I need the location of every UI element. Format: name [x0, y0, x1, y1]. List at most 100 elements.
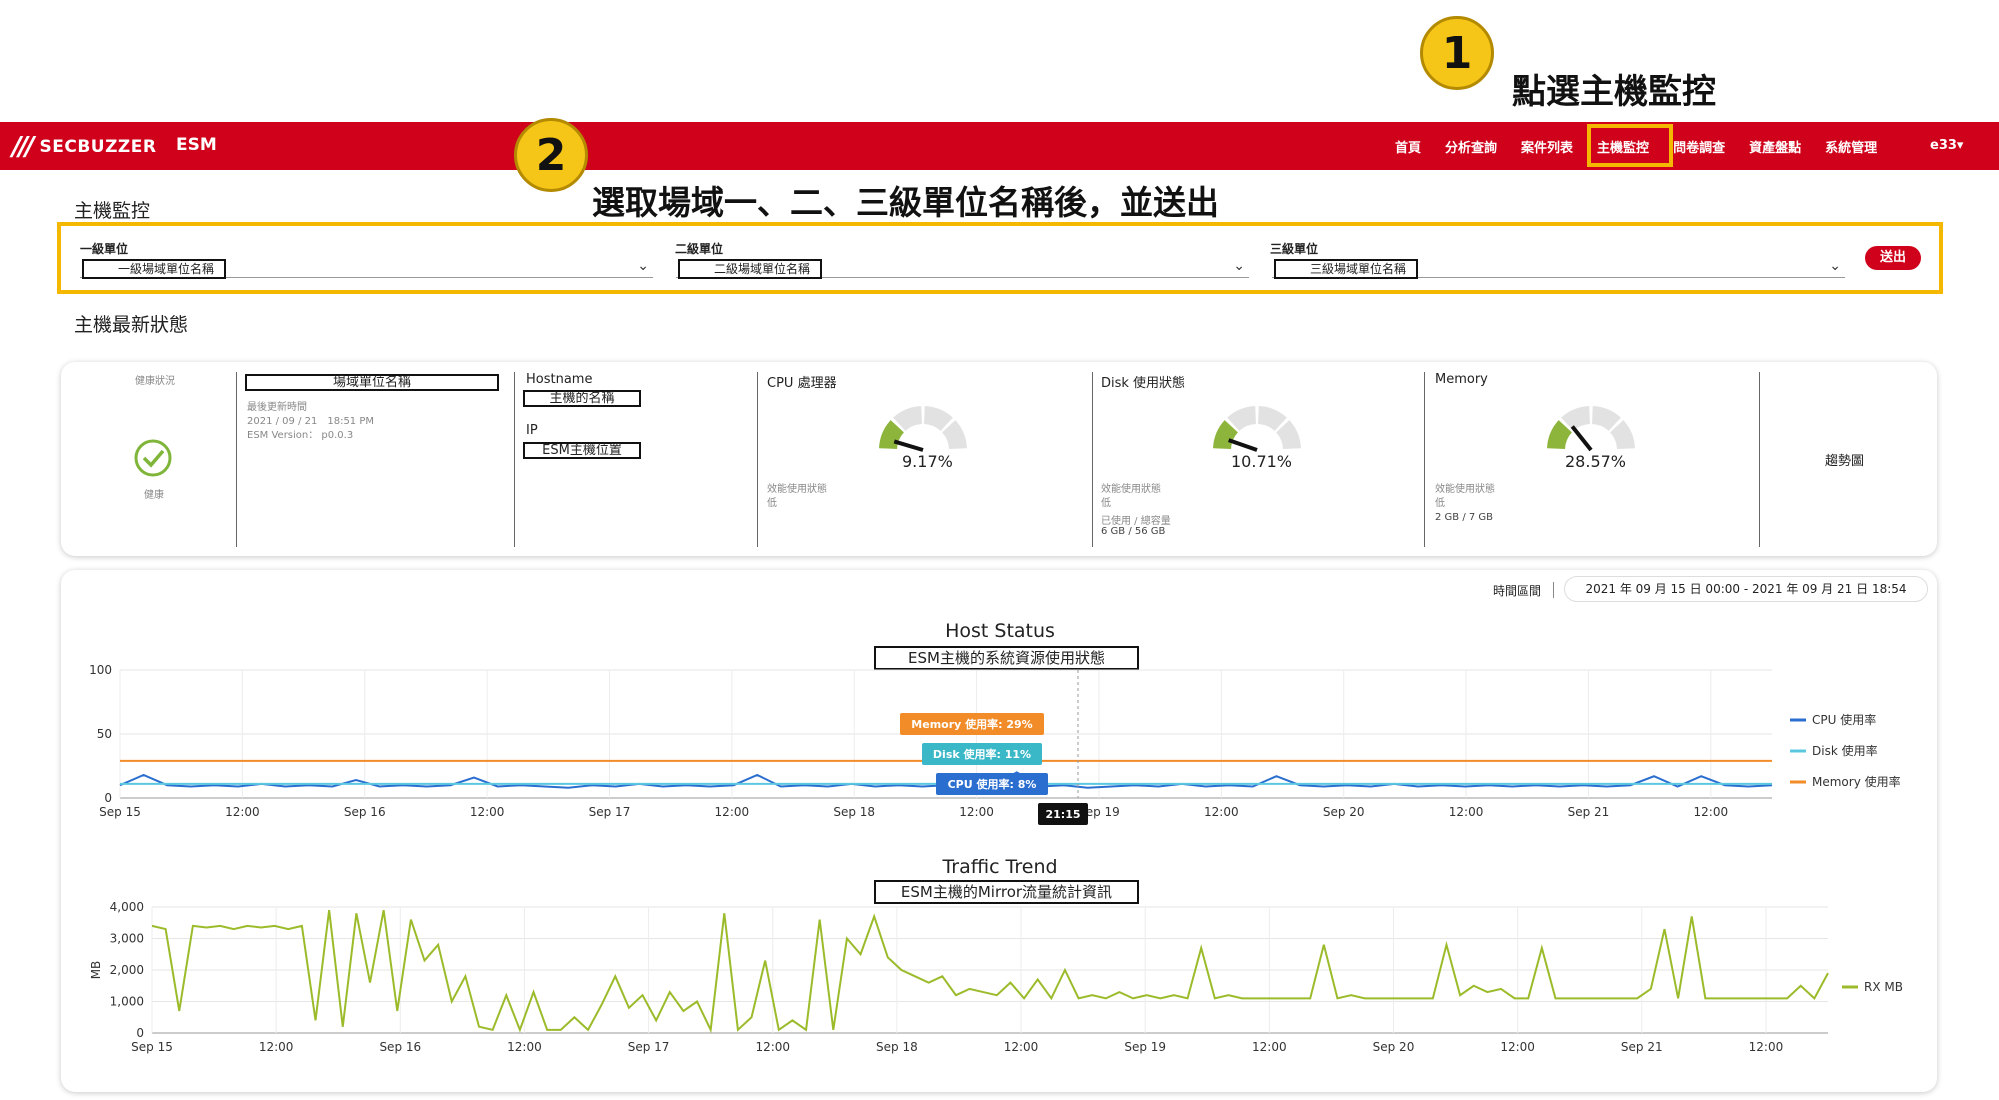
chevron-down-icon: ⌄ — [1829, 258, 1841, 274]
y-tick-label: 0 — [136, 1026, 144, 1040]
level2-select[interactable]: 二級場域單位名稱 ⌄ — [676, 256, 1249, 279]
status-section-title: 主機最新狀態 — [74, 314, 189, 336]
divider — [1553, 582, 1561, 598]
level1-select-value: 一級場域單位名稱 — [82, 259, 227, 279]
memory-used-value: 2 GB / 7 GB — [1435, 512, 1494, 523]
traffic-title: Traffic Trend — [942, 856, 1058, 878]
unit-name: 場域單位名稱 — [245, 374, 499, 391]
y-axis-label: MB — [89, 961, 103, 980]
tooltip-disk: Disk 使用率: 11% — [933, 747, 1031, 761]
tooltip-memory: Memory 使用率: 29% — [911, 717, 1032, 731]
check-circle-icon — [134, 439, 172, 477]
cpu-title: CPU 處理器 — [767, 376, 837, 391]
nav-item-survey[interactable]: 問卷調查 — [1673, 137, 1725, 156]
x-tick-label: 12:00 — [225, 805, 260, 819]
x-tick-label: 12:00 — [470, 805, 505, 819]
host-status-chart: 0 50 100 Sep 15 12:00 Sep 16 12:00 Sep 17 12:00 S… — [89, 663, 1901, 825]
host-status-title: Host Status — [945, 620, 1055, 642]
nav-item-system[interactable]: 系統管理 — [1825, 137, 1877, 156]
gauge-needle — [1570, 425, 1593, 452]
memory-gauge — [1547, 406, 1635, 452]
x-tick-label: Sep 19 — [1124, 1040, 1166, 1054]
gauge-needle — [1228, 438, 1258, 452]
cpu-value: 9.17% — [902, 452, 953, 471]
x-tick-label: 12:00 — [959, 805, 994, 819]
page-title: 主機監控 — [74, 200, 151, 222]
chevron-down-icon: ⌄ — [637, 258, 649, 274]
ip-value: ESM主機位置 — [523, 442, 641, 459]
x-tick-label: Sep 17 — [589, 805, 631, 819]
health-label: 健康狀況 — [135, 376, 175, 387]
disk-gauge — [1213, 406, 1301, 452]
y-tick-label: 3,000 — [110, 932, 144, 946]
app-name: ESM — [176, 135, 217, 155]
cpu-perf-value: 低 — [767, 498, 777, 509]
trend-link[interactable]: 趨勢圖 — [1825, 450, 1864, 469]
divider — [757, 372, 758, 547]
x-tick-label: 12:00 — [1004, 1040, 1039, 1054]
esm-version: ESM Version： p0.0.3 — [247, 430, 354, 441]
x-tick-label: 12:00 — [259, 1040, 294, 1054]
nav-item-analysis[interactable]: 分析查詢 — [1445, 137, 1497, 156]
x-tick-label: Sep 20 — [1323, 805, 1365, 819]
nav-item-cases[interactable]: 案件列表 — [1521, 137, 1573, 156]
x-tick-label: Sep 15 — [99, 805, 141, 819]
user-menu[interactable]: e33▾ — [1930, 138, 1963, 153]
disk-value: 10.71% — [1231, 452, 1293, 471]
level3-select[interactable]: 三級場域單位名稱 ⌄ — [1272, 256, 1845, 279]
time-range-label: 時間區間 — [1493, 584, 1542, 598]
logo-mark-icon: /// — [12, 132, 34, 162]
memory-perf-value: 低 — [1435, 498, 1445, 509]
top-navbar: /// SECBUZZER ESM 首頁 分析查詢 案件列表 主機監控 問卷調查… — [0, 122, 1999, 170]
step-2-badge: 2 — [514, 118, 588, 192]
health-value: 健康 — [144, 490, 164, 501]
memory-perf-label: 效能使用狀態 — [1435, 484, 1495, 495]
nav-item-assets[interactable]: 資產盤點 — [1749, 137, 1801, 156]
tooltip-cpu: CPU 使用率: 8% — [948, 777, 1037, 791]
x-tick-label: 12:00 — [755, 1040, 790, 1054]
divider — [236, 372, 237, 547]
disk-perf-label: 效能使用狀態 — [1101, 484, 1161, 495]
divider — [1759, 372, 1760, 547]
logo-text: SECBUZZER — [39, 137, 157, 157]
x-tick-label: 12:00 — [1252, 1040, 1287, 1054]
filter-label-level2: 二級單位 — [675, 242, 724, 256]
divider — [1424, 372, 1425, 547]
tooltip-time: 21:15 — [1045, 808, 1080, 821]
x-tick-label: 12:00 — [1204, 805, 1239, 819]
x-tick-label: 12:00 — [715, 805, 750, 819]
x-tick-label: 12:00 — [507, 1040, 542, 1054]
secbuzzer-logo[interactable]: /// SECBUZZER — [12, 132, 156, 162]
y-tick-label: 2,000 — [110, 963, 144, 977]
time-range-picker[interactable]: 2021 年 09 月 15 日 00:00 - 2021 年 09 月 21 … — [1564, 576, 1928, 602]
x-tick-label: Sep 21 — [1621, 1040, 1663, 1054]
y-tick-label: 0 — [104, 791, 112, 805]
divider — [514, 372, 515, 547]
cpu-gauge — [879, 406, 967, 452]
x-tick-label: 12:00 — [1749, 1040, 1784, 1054]
legend-label: RX MB — [1864, 980, 1903, 994]
level2-select-value: 二級場域單位名稱 — [678, 259, 823, 279]
last-update-value: 2021 / 09 / 21 18:51 PM — [247, 416, 375, 427]
y-tick-label: 1,000 — [110, 995, 144, 1009]
filter-label-level3: 三級單位 — [1270, 242, 1319, 256]
filter-label-level1: 一級單位 — [80, 242, 129, 256]
disk-perf-value: 低 — [1101, 498, 1111, 509]
x-tick-label: 12:00 — [1449, 805, 1484, 819]
gauge-needle — [893, 439, 924, 452]
disk-title: Disk 使用狀態 — [1101, 376, 1186, 391]
submit-button[interactable]: 送出 — [1865, 246, 1921, 270]
nav-item-home[interactable]: 首頁 — [1395, 137, 1421, 156]
y-tick-label: 100 — [89, 663, 112, 677]
last-update-label: 最後更新時間 — [247, 402, 307, 413]
step-1-badge: 1 — [1420, 16, 1494, 90]
highlight-host-monitor — [1587, 124, 1673, 167]
legend-label: CPU 使用率 — [1812, 712, 1876, 727]
x-tick-label: Sep 21 — [1568, 805, 1610, 819]
divider — [1092, 372, 1093, 547]
level3-select-value: 三級場域單位名稱 — [1274, 259, 1419, 279]
ip-label: IP — [526, 423, 538, 438]
memory-value: 28.57% — [1565, 452, 1627, 471]
y-tick-label: 4,000 — [110, 900, 144, 914]
level1-select[interactable]: 一級場域單位名稱 ⌄ — [80, 256, 653, 279]
